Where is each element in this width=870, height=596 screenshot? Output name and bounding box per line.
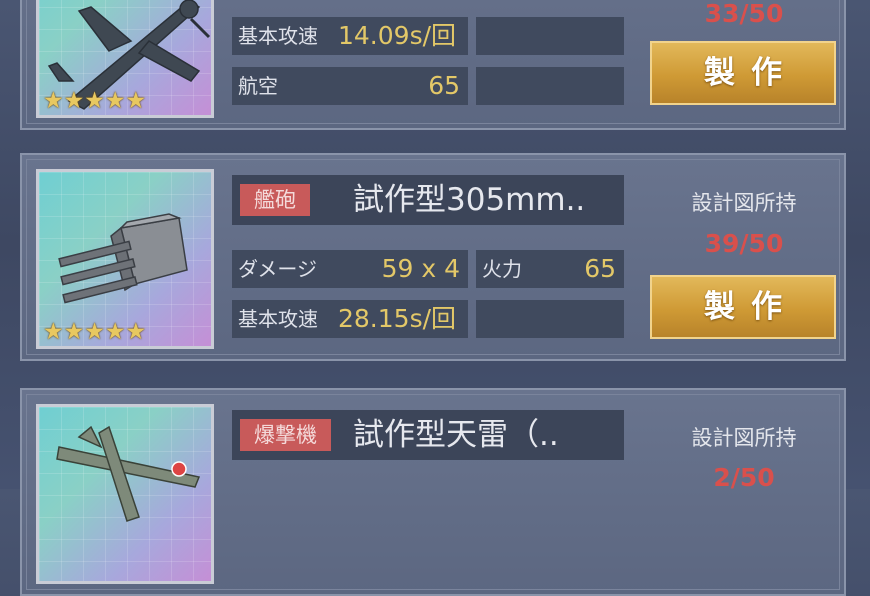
damage-stat: ダメージ 59 x 4 <box>232 250 468 288</box>
rarity-stars: ★★★★★ <box>43 88 147 114</box>
damage-label: ダメージ <box>238 257 317 281</box>
craft-button[interactable]: 製作 <box>650 275 836 339</box>
empty-stat-slot <box>476 67 624 105</box>
firepower-label: 火力 <box>482 257 522 281</box>
equipment-name: 試作型305mm.. <box>353 182 586 218</box>
blueprint-count: 2/50 <box>713 463 775 492</box>
attack-speed-label: 基本攻速 <box>238 307 318 331</box>
rarity-stars: ★★★★★ <box>43 319 147 345</box>
equipment-name-bar: 爆撃機 試作型天雷（.. <box>232 410 624 460</box>
air-value: 65 <box>428 71 460 100</box>
empty-stat-slot <box>476 300 624 338</box>
attack-speed-value: 14.09s/回 <box>338 21 457 50</box>
blueprint-count: 39/50 <box>704 229 784 258</box>
empty-stat-slot <box>476 17 624 55</box>
air-label: 航空 <box>238 74 278 98</box>
blueprint-count: 33/50 <box>704 0 784 28</box>
equipment-name-bar: 艦砲 試作型305mm.. <box>232 175 624 225</box>
blueprint-label: 設計図所持 <box>691 426 797 450</box>
attack-speed-stat: 基本攻速 28.15s/回 <box>232 300 468 338</box>
equipment-card: 爆撃機 試作型天雷（.. 設計図所持 2/50 <box>20 388 846 596</box>
equipment-thumbnail[interactable]: ★★★★★ <box>36 169 214 349</box>
category-tag: 艦砲 <box>240 184 310 216</box>
equipment-card: ★★★★★ 艦砲 試作型305mm.. ダメージ 59 x 4 火力 65 基本… <box>20 153 846 361</box>
craft-button[interactable]: 製作 <box>650 41 836 105</box>
equipment-card: ★★★★★ 基本攻速 14.09s/回 航空 65 33/50 製作 <box>20 0 846 130</box>
damage-value: 59 x 4 <box>381 254 460 283</box>
category-tag: 爆撃機 <box>240 419 331 451</box>
air-stat: 航空 65 <box>232 67 468 105</box>
equipment-name: 試作型天雷（.. <box>353 417 559 453</box>
equipment-thumbnail[interactable] <box>36 404 214 584</box>
blueprint-label: 設計図所持 <box>691 191 797 215</box>
equipment-thumbnail[interactable]: ★★★★★ <box>36 0 214 118</box>
firepower-stat: 火力 65 <box>476 250 624 288</box>
attack-speed-stat: 基本攻速 14.09s/回 <box>232 17 468 55</box>
firepower-value: 65 <box>584 254 616 283</box>
attack-speed-label: 基本攻速 <box>238 24 318 48</box>
bomber-plane-icon <box>56 425 201 522</box>
attack-speed-value: 28.15s/回 <box>338 304 457 333</box>
